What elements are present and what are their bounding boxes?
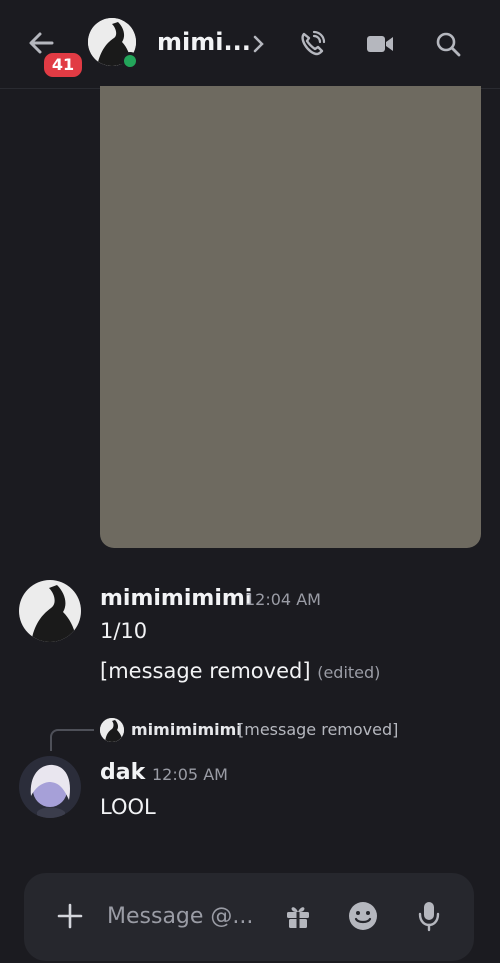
voice-message-button[interactable] [412,899,446,933]
unread-badge: 41 [41,50,85,80]
online-status-dot [121,52,139,70]
message-author[interactable]: mimimimimi [100,586,252,611]
top-bar: 41 mimi... [0,0,500,89]
message-text: [message removed] (edited) [100,659,380,683]
image-attachment[interactable] [100,86,481,548]
voice-call-button[interactable] [294,26,330,62]
message-timestamp: 12:04 AM [245,590,321,609]
message-composer: Message @... [24,873,474,961]
reply-author[interactable]: mimimimimi [131,720,242,739]
phone-call-icon [301,30,326,56]
avatar[interactable] [19,756,81,818]
message-timestamp: 12:05 AM [152,765,228,784]
gift-button[interactable] [281,899,315,933]
reply-connector [50,729,94,751]
video-call-button[interactable] [362,26,398,62]
search-icon [436,32,461,57]
message-author[interactable]: dak [100,760,145,785]
message-text: LOOL [100,795,156,819]
reply-preview[interactable]: [message removed] [238,720,398,739]
edited-label: (edited) [317,663,381,682]
reply-avatar [100,718,124,742]
emoji-button[interactable] [346,899,380,933]
message-input[interactable]: Message @... [107,904,253,929]
plus-icon [57,903,83,929]
avatar[interactable] [19,580,81,642]
gift-icon [287,907,309,928]
message-text-content: [message removed] [100,659,311,683]
search-button[interactable] [430,26,466,62]
message-text: 1/10 [100,619,148,643]
emoji-icon [349,902,377,930]
video-camera-icon [367,36,393,52]
microphone-icon [418,902,440,932]
channel-name[interactable]: mimi... [157,28,251,56]
chevron-right-icon[interactable] [252,34,266,58]
add-attachment-button[interactable] [53,899,87,933]
